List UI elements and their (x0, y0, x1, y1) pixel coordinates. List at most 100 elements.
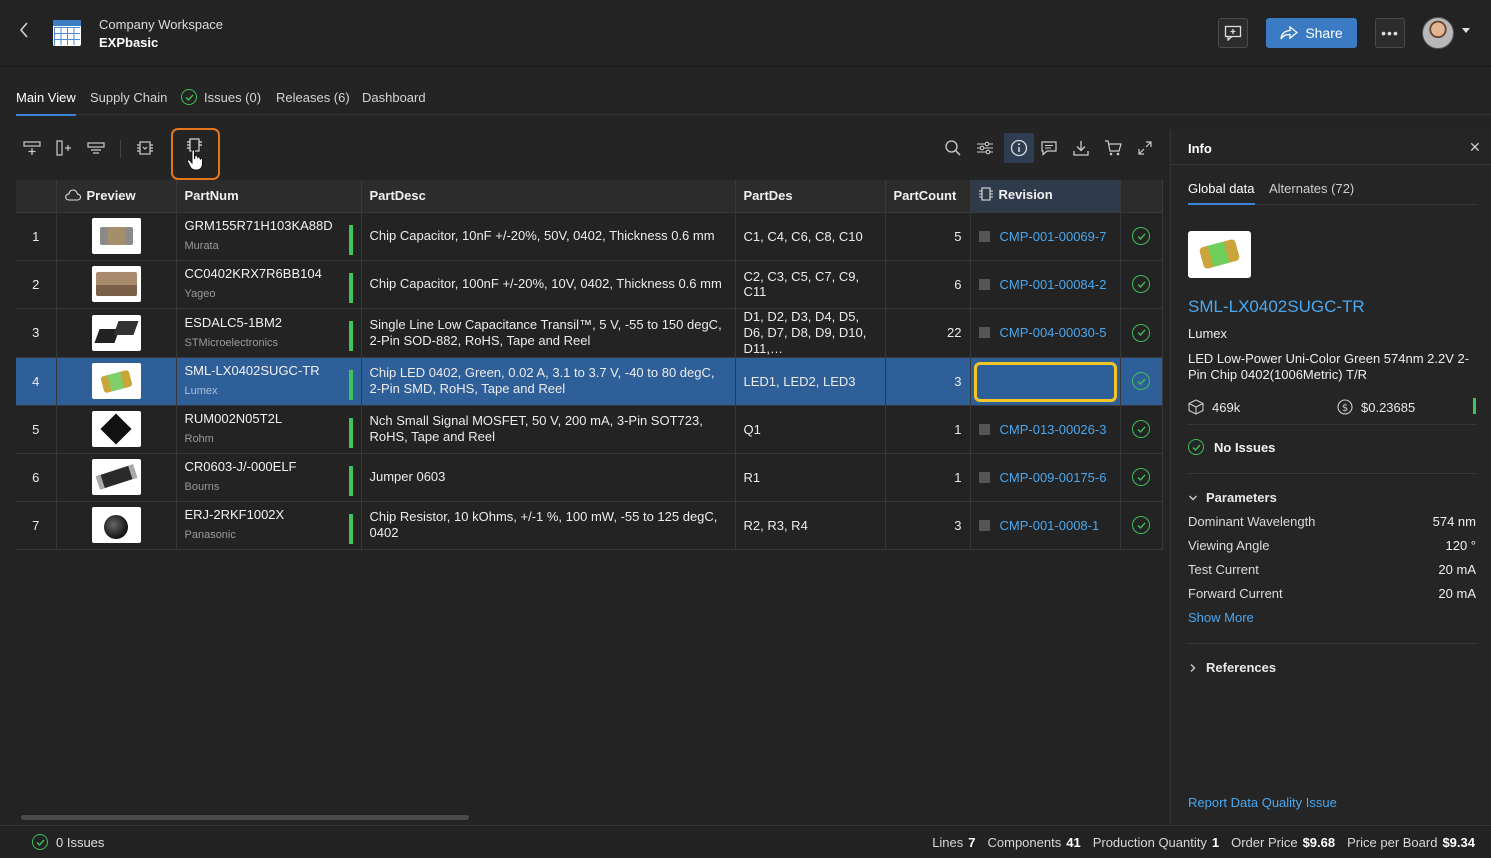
column-header-revision[interactable]: Revision (970, 180, 1121, 213)
issues-summary[interactable]: 0 Issues (32, 834, 104, 850)
partdes-cell[interactable]: R2, R3, R4 (735, 501, 886, 550)
table-row[interactable]: 7 ERJ-2RKF1002X Panasonic Chip Resistor, … (16, 501, 1163, 550)
revision-cell[interactable]: CMP-001-0008-1 (970, 501, 1121, 550)
status-cell (1120, 308, 1163, 358)
tab-main-view[interactable]: Main View (16, 90, 76, 116)
references-section-toggle[interactable]: References (1188, 660, 1276, 675)
tab-dashboard[interactable]: Dashboard (362, 90, 426, 105)
partdesc-cell[interactable]: Single Line Low Capacitance Transil™, 5 … (361, 308, 736, 358)
partdesc-cell[interactable]: Chip Capacitor, 10nF +/-20%, 50V, 0402, … (361, 212, 736, 261)
preview-header-label: Preview (86, 187, 136, 203)
horizontal-scrollbar[interactable] (21, 815, 469, 820)
filter-button[interactable] (972, 136, 998, 160)
revision-cell[interactable]: CMP-004-00030-5 (970, 308, 1121, 358)
partdes-cell[interactable]: R1 (735, 453, 886, 502)
column-header-partcount[interactable]: PartCount (885, 180, 971, 213)
partcount-cell[interactable]: 1 (885, 405, 971, 454)
share-button[interactable]: Share (1266, 18, 1357, 48)
partcount-cell[interactable]: 3 (885, 501, 971, 550)
close-icon[interactable]: ✕ (1469, 139, 1481, 156)
table-row-selected[interactable]: 4 SML-LX0402SUGC-TR Lumex Chip LED 0402, … (16, 357, 1163, 406)
revision-checkbox[interactable] (978, 230, 990, 242)
comment-add-button[interactable] (1218, 18, 1248, 48)
partdesc-cell[interactable]: Chip LED 0402, Green, 0.02 A, 3.1 to 3.7… (361, 357, 736, 406)
table-row[interactable]: 6 CR0603-J/-000ELF Bourns Jumper 0603 R1 … (16, 453, 1163, 502)
tab-releases[interactable]: Releases (6) (276, 90, 350, 105)
table-row[interactable]: 3 ESDALC5-1BM2 STMicroelectronics Single … (16, 308, 1163, 358)
partnum-cell[interactable]: CR0603-J/-000ELF Bourns (176, 453, 362, 502)
partcount-cell[interactable]: 3 (885, 357, 971, 406)
revision-cell[interactable]: CMP-001-00084-2 (970, 260, 1121, 309)
column-header-partdes[interactable]: PartDes (735, 180, 886, 213)
partnum-cell[interactable]: GRM155R71H103KA88D Murata (176, 212, 362, 261)
revision-checkbox[interactable] (978, 519, 990, 531)
check-circle-icon (1132, 227, 1150, 245)
partcount-cell[interactable]: 1 (885, 453, 971, 502)
partdesc-cell[interactable]: Chip Resistor, 10 kOhms, +/-1 %, 100 mW,… (361, 501, 736, 550)
revision-link[interactable]: CMP-004-00030-5 (1000, 325, 1107, 340)
table-row[interactable]: 5 RUM002N05T2L Rohm Nch Small Signal MOSF… (16, 405, 1163, 454)
revision-link[interactable]: CMP-013-00026-3 (1000, 422, 1107, 437)
partdesc-cell[interactable]: Jumper 0603 (361, 453, 736, 502)
tab-alternates[interactable]: Alternates (72) (1269, 181, 1354, 196)
partdes-cell[interactable]: Q1 (735, 405, 886, 454)
comments-button[interactable] (1036, 136, 1062, 160)
cart-button[interactable] (1100, 136, 1126, 160)
tab-global-data[interactable]: Global data (1188, 181, 1255, 205)
parameters-section-toggle[interactable]: Parameters (1188, 490, 1277, 505)
partnum-cell[interactable]: ERJ-2RKF1002X Panasonic (176, 501, 362, 550)
revision-link[interactable]: CMP-001-00084-2 (1000, 277, 1107, 292)
search-button[interactable] (940, 136, 966, 160)
revision-cell-empty[interactable] (970, 357, 1121, 406)
partnum-cell[interactable]: CC0402KRX7R6BB104 Yageo (176, 260, 362, 309)
partcount-cell[interactable]: 6 (885, 260, 971, 309)
expand-button[interactable] (1132, 136, 1158, 160)
insert-column-button[interactable] (51, 136, 77, 160)
component-button[interactable] (132, 136, 158, 160)
back-button[interactable] (14, 20, 34, 46)
column-header-partdesc[interactable]: PartDesc (361, 180, 736, 213)
more-options-button[interactable]: ••• (1375, 18, 1405, 48)
partcount-cell[interactable]: 22 (885, 308, 971, 358)
table-row[interactable]: 2 CC0402KRX7R6BB104 Yageo Chip Capacitor,… (16, 260, 1163, 309)
partdes-cell[interactable]: C2, C3, C5, C7, C9, C11 (735, 260, 886, 309)
revision-link[interactable]: CMP-001-0008-1 (1000, 518, 1100, 533)
partdesc-cell[interactable]: Nch Small Signal MOSFET, 50 V, 200 mA, 3… (361, 405, 736, 454)
column-header-preview[interactable]: Preview (56, 180, 177, 213)
part-name-link[interactable]: SML-LX0402SUGC-TR (1188, 297, 1365, 317)
partdes-cell[interactable]: LED1, LED2, LED3 (735, 357, 886, 406)
revision-link[interactable]: CMP-009-00175-6 (1000, 470, 1107, 485)
partdes-cell[interactable]: D1, D2, D3, D4, D5, D6, D7, D8, D9, D10,… (735, 308, 886, 358)
partnum-cell[interactable]: SML-LX0402SUGC-TR Lumex (176, 357, 362, 406)
download-button[interactable] (1068, 136, 1094, 160)
revision-cell[interactable]: CMP-009-00175-6 (970, 453, 1121, 502)
table-row[interactable]: 1 GRM155R71H103KA88D Murata Chip Capacito… (16, 212, 1163, 261)
stock-value: 469k (1212, 399, 1241, 415)
group-rows-button[interactable] (83, 136, 109, 160)
comment-icon (1041, 141, 1057, 156)
report-data-quality-link[interactable]: Report Data Quality Issue (1188, 795, 1337, 810)
partdes-cell[interactable]: C1, C4, C6, C8, C10 (735, 212, 886, 261)
show-more-link[interactable]: Show More (1188, 610, 1254, 625)
user-avatar[interactable] (1422, 17, 1454, 49)
revision-cell[interactable]: CMP-001-00069-7 (970, 212, 1121, 261)
partdesc-cell[interactable]: Chip Capacitor, 100nF +/-20%, 10V, 0402,… (361, 260, 736, 309)
issues-status: No Issues (1188, 439, 1275, 455)
insert-row-button[interactable] (19, 136, 45, 160)
revision-checkbox[interactable] (978, 327, 990, 338)
partcount-cell[interactable]: 5 (885, 212, 971, 261)
revision-checkbox[interactable] (978, 278, 990, 290)
revision-checkbox[interactable] (978, 423, 990, 435)
chevron-down-icon[interactable] (1462, 28, 1470, 33)
status-cell (1120, 260, 1163, 309)
tab-supply-chain[interactable]: Supply Chain (90, 90, 167, 105)
tab-issues[interactable]: Issues (0) (181, 89, 261, 105)
partnum-cell[interactable]: ESDALC5-1BM2 STMicroelectronics (176, 308, 362, 358)
partnum-cell[interactable]: RUM002N05T2L Rohm (176, 405, 362, 454)
column-header-partnum[interactable]: PartNum (176, 180, 362, 213)
revision-link[interactable]: CMP-001-00069-7 (1000, 229, 1107, 244)
revision-checkbox[interactable] (978, 471, 990, 483)
availability-bar (348, 224, 353, 255)
info-button[interactable] (1004, 133, 1034, 163)
revision-cell[interactable]: CMP-013-00026-3 (970, 405, 1121, 454)
